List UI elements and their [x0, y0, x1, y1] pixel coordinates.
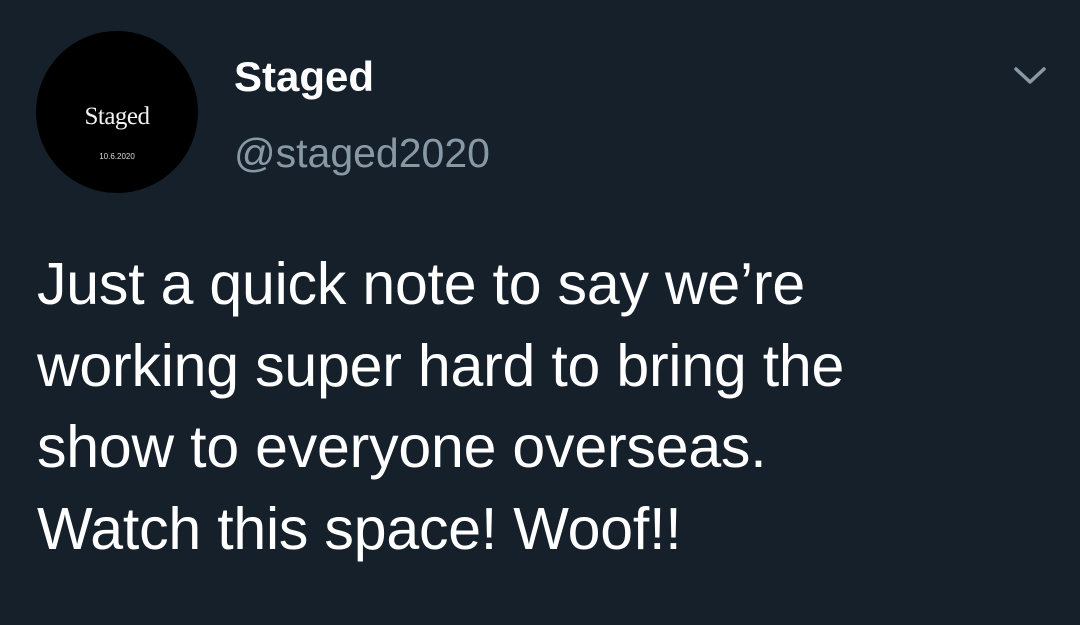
chevron-down-icon — [1014, 67, 1046, 84]
display-name[interactable]: Staged — [234, 52, 374, 102]
tweet-text-line: show to everyone overseas. — [37, 414, 767, 480]
avatar-title: Staged — [84, 103, 150, 130]
avatar[interactable]: Staged 10.6.2020 — [36, 31, 198, 193]
tweet-text-line: Watch this space! Woof!! — [37, 495, 682, 562]
tweet-card: Staged 10.6.2020 Staged @staged2020 Just… — [0, 0, 1080, 625]
user-handle[interactable]: @staged2020 — [234, 128, 490, 178]
tweet-menu-button[interactable] — [1006, 56, 1054, 96]
tweet-text-line: working super hard to bring the — [37, 332, 845, 399]
tweet-text: Just a quick note to say we’re working s… — [37, 244, 1047, 570]
avatar-date: 10.6.2020 — [99, 152, 135, 161]
tweet-text-line: Just a quick note to say we’re — [37, 251, 805, 317]
